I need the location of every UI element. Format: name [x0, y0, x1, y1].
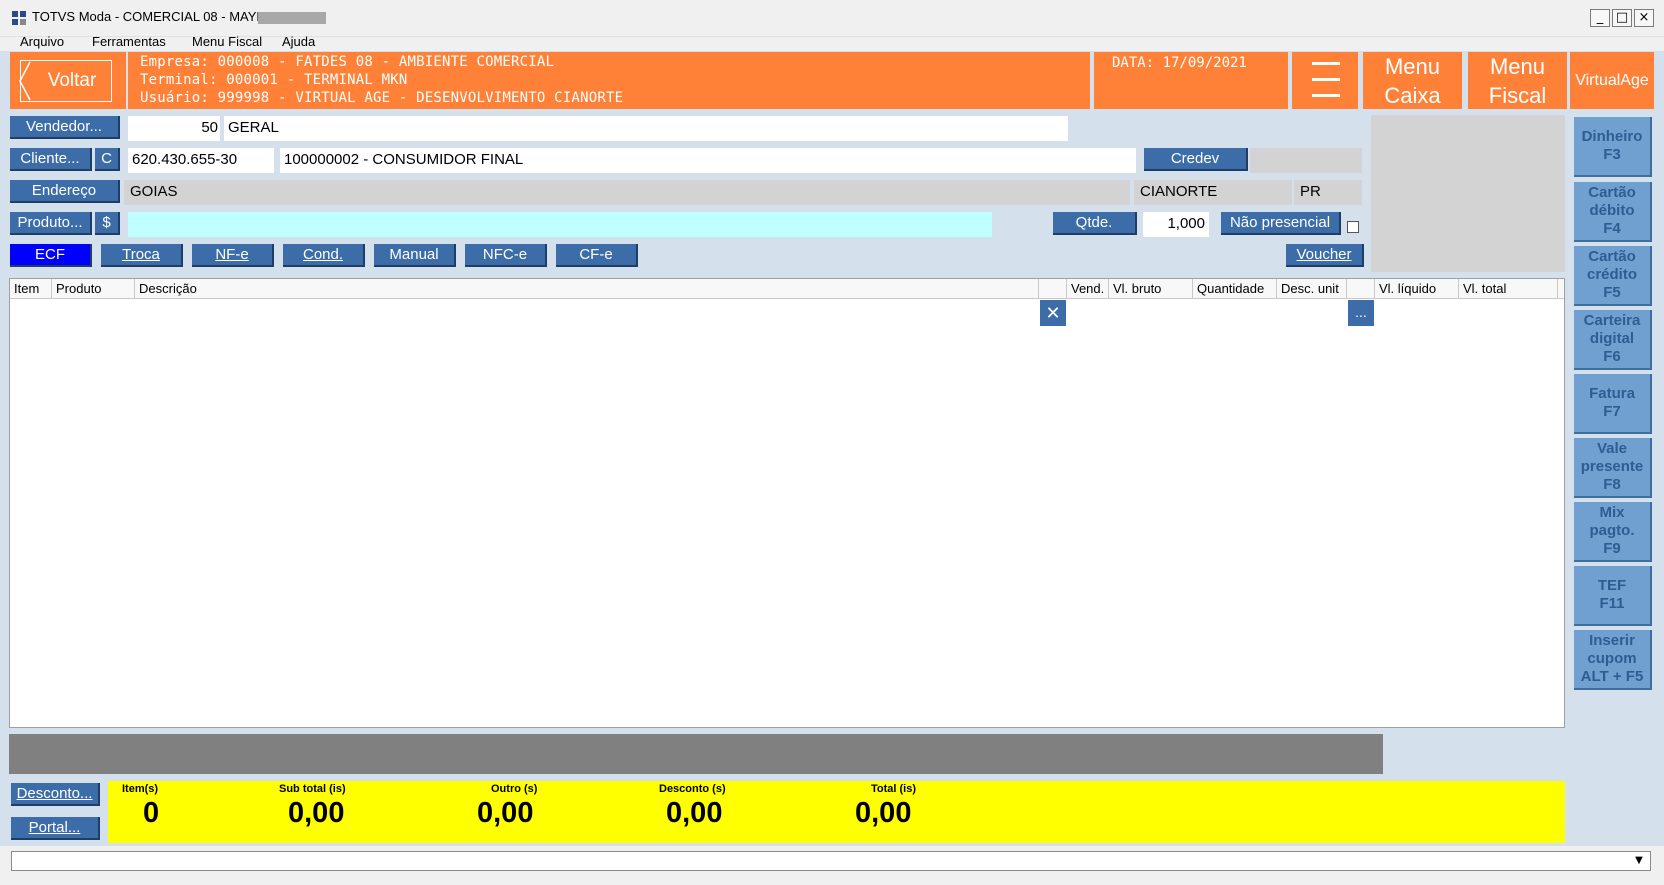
col-vl-liquido[interactable]: Vl. líquido: [1375, 279, 1459, 299]
pay-cartao-credito-button[interactable]: Cartão crédito F5: [1574, 246, 1652, 306]
inserir-cupom-button[interactable]: Inserir cupom ALT + F5: [1574, 630, 1652, 690]
window-title: TOTVS Moda - COMERCIAL 08 - MAYKON: [32, 9, 285, 24]
status-dropdown[interactable]: [11, 851, 1651, 871]
preco-button[interactable]: $: [95, 212, 120, 235]
produto-button[interactable]: Produto...: [10, 212, 92, 235]
menu-ajuda[interactable]: Ajuda: [282, 32, 315, 52]
menu-arquivo[interactable]: Arquivo: [20, 32, 64, 52]
app-icon: [12, 11, 26, 25]
menu-caixa-button[interactable]: Menu Caixa: [1363, 52, 1462, 109]
credev-button[interactable]: Credev: [1144, 148, 1248, 171]
empresa-text: Empresa: 000008 - FATDES 08 - AMBIENTE C…: [140, 54, 555, 70]
pay-carteira-digital-button[interactable]: Carteira digital F6: [1574, 310, 1652, 370]
close-button[interactable]: ×: [1634, 9, 1654, 27]
vendedor-code-field[interactable]: 50: [128, 116, 220, 141]
col-desc-unit[interactable]: Desc. unit: [1277, 279, 1347, 299]
pay-fatura-button[interactable]: Fatura F7: [1574, 374, 1652, 434]
items-value: 0: [143, 797, 160, 829]
cliente-button[interactable]: Cliente...: [10, 148, 92, 171]
subtotal-value: 0,00: [288, 797, 345, 829]
back-chevron-icon: [19, 61, 31, 101]
items-grid[interactable]: [9, 278, 1565, 728]
col-descricao[interactable]: Descrição: [135, 279, 1039, 299]
col-action-2[interactable]: [1347, 279, 1375, 299]
col-vl-total[interactable]: Vl. total: [1459, 279, 1558, 299]
delete-item-button[interactable]: ✕: [1040, 300, 1066, 326]
voucher-button[interactable]: Voucher: [1286, 244, 1364, 267]
cliente-name-field[interactable]: 100000002 - CONSUMIDOR FINAL: [280, 148, 1136, 173]
qtde-field[interactable]: 1,000: [1143, 212, 1209, 237]
cliente-type-button[interactable]: C: [95, 148, 120, 171]
dropdown-arrow-icon[interactable]: ▼: [1628, 852, 1650, 870]
total-value: 0,00: [855, 797, 912, 829]
portal-button[interactable]: Portal...: [11, 817, 100, 840]
redacted-title: [258, 12, 326, 24]
credev-value: [1250, 148, 1362, 173]
menu-fiscal-button[interactable]: Menu Fiscal: [1468, 52, 1567, 109]
qtde-button[interactable]: Qtde.: [1053, 212, 1137, 235]
vendedor-name-field[interactable]: GERAL: [224, 116, 1068, 141]
date-text: DATA: 17/09/2021: [1112, 55, 1247, 71]
col-vl-bruto[interactable]: Vl. bruto: [1109, 279, 1193, 299]
manual-button[interactable]: Manual: [374, 244, 456, 267]
usuario-text: Usuário: 999998 - VIRTUAL AGE - DESENVOL…: [140, 90, 624, 106]
nfce-button[interactable]: NFC-e: [465, 244, 547, 267]
item-details-button[interactable]: ...: [1348, 300, 1374, 326]
pay-dinheiro-button[interactable]: Dinheiro F3: [1574, 117, 1652, 177]
ecf-button[interactable]: ECF: [10, 244, 92, 267]
col-item[interactable]: Item: [10, 279, 52, 299]
troca-button[interactable]: Troca: [101, 244, 183, 267]
col-vend[interactable]: Vend.: [1067, 279, 1109, 299]
vendedor-button[interactable]: Vendedor...: [10, 116, 120, 139]
message-bar: [9, 734, 1383, 774]
cidade-field: CIANORTE: [1134, 180, 1292, 205]
outro-value: 0,00: [477, 797, 534, 829]
desconto-button[interactable]: Desconto...: [11, 783, 100, 806]
info-box: [1371, 115, 1565, 272]
desconto-value: 0,00: [666, 797, 723, 829]
pay-tef-button[interactable]: TEF F11: [1574, 566, 1652, 626]
produto-input[interactable]: [128, 212, 992, 237]
endereco-button[interactable]: Endereço: [10, 180, 120, 203]
cfe-button[interactable]: CF-e: [556, 244, 638, 267]
col-action[interactable]: [1039, 279, 1067, 299]
col-produto[interactable]: Produto: [52, 279, 135, 299]
col-quantidade[interactable]: Quantidade: [1193, 279, 1277, 299]
cond-button[interactable]: Cond.: [283, 244, 365, 267]
pay-vale-presente-button[interactable]: Vale presente F8: [1574, 438, 1652, 498]
voltar-button[interactable]: Voltar: [20, 60, 112, 102]
endereco-field: GOIAS: [124, 180, 1130, 205]
cliente-doc-field[interactable]: 620.430.655-30: [128, 148, 274, 173]
subtotal-label: Sub total (is): [279, 783, 346, 795]
nao-presencial-button[interactable]: Não presencial: [1221, 212, 1341, 235]
nao-presencial-checkbox[interactable]: [1347, 221, 1359, 233]
items-label: Item(s): [122, 783, 159, 795]
maximize-button[interactable]: □: [1612, 9, 1632, 27]
pay-cartao-debito-button[interactable]: Cartão débito F4: [1574, 182, 1652, 242]
menu-ferramentas[interactable]: Ferramentas: [92, 32, 166, 52]
nfe-button[interactable]: NF-e: [192, 244, 274, 267]
hamburger-icon: [1312, 62, 1340, 65]
pay-mix-button[interactable]: Mix pagto. F9: [1574, 502, 1652, 562]
menu-fiscal[interactable]: Menu Fiscal: [192, 32, 262, 52]
terminal-text: Terminal: 000001 - TERMINAL MKN: [140, 72, 408, 88]
total-label: Total (is): [871, 783, 917, 795]
minimize-button[interactable]: _: [1590, 9, 1610, 27]
outro-label: Outro (s): [491, 783, 538, 795]
uf-field: PR: [1294, 180, 1362, 205]
desconto-label: Desconto (s): [659, 783, 726, 795]
virtualage-logo: VirtualAge: [1570, 52, 1654, 109]
